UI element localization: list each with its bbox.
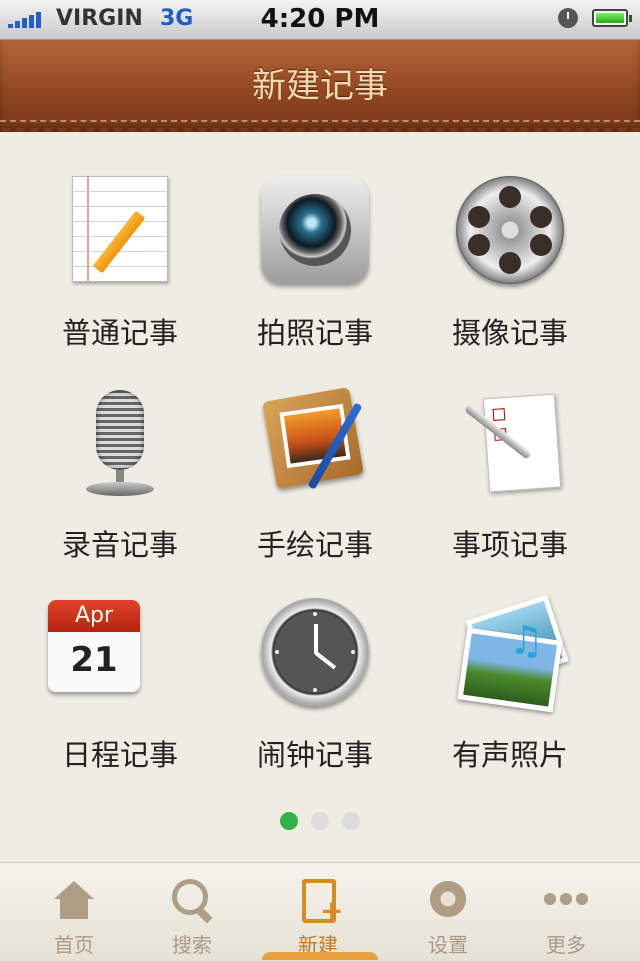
sound-photo-icon: ♫ xyxy=(456,594,569,713)
alarm-status-icon xyxy=(558,8,578,28)
film-reel-icon xyxy=(456,176,564,284)
search-icon xyxy=(170,877,214,924)
new-note-icon: + xyxy=(296,877,343,925)
torn-edge xyxy=(0,128,640,138)
note-type-sound-photo[interactable]: ♫ 有声照片 xyxy=(410,592,610,802)
tab-new[interactable]: + 新建 xyxy=(258,863,378,961)
note-type-drawing[interactable]: 手绘记事 xyxy=(215,382,415,592)
status-bar: VIRGIN 3G 4:20 PM xyxy=(0,0,640,40)
tab-more[interactable]: 更多 xyxy=(506,863,626,961)
page-indicator[interactable] xyxy=(0,812,640,834)
tab-label: 更多 xyxy=(546,933,586,957)
note-type-label: 有声照片 xyxy=(451,738,568,772)
note-type-label: 录音记事 xyxy=(61,528,178,562)
microphone-icon xyxy=(66,388,174,496)
gear-icon xyxy=(426,877,470,921)
active-tab-indicator xyxy=(262,952,378,960)
note-type-label: 日程记事 xyxy=(61,738,178,772)
tab-label: 搜索 xyxy=(172,933,212,957)
tab-label: 设置 xyxy=(428,933,468,957)
tab-settings[interactable]: 设置 xyxy=(388,863,508,961)
note-type-photo[interactable]: 拍照记事 xyxy=(215,170,415,380)
note-type-label: 拍照记事 xyxy=(256,316,373,350)
checklist-icon xyxy=(456,388,564,496)
home-icon xyxy=(52,877,96,921)
nav-header: 新建记事 xyxy=(0,40,640,132)
tab-search[interactable]: 搜索 xyxy=(132,863,252,961)
tab-label: 首页 xyxy=(54,933,94,957)
drawing-board-icon xyxy=(261,387,369,496)
calendar-day: 21 xyxy=(70,640,118,680)
note-type-label: 闹钟记事 xyxy=(256,738,373,772)
status-time: 4:20 PM xyxy=(260,4,380,34)
note-type-schedule[interactable]: Apr 21 日程记事 xyxy=(20,592,220,802)
page-dot-3[interactable] xyxy=(342,812,361,830)
tab-home[interactable]: 首页 xyxy=(14,863,134,961)
note-type-audio[interactable]: 录音记事 xyxy=(20,382,220,592)
page-title: 新建记事 xyxy=(252,66,388,106)
page-dot-2[interactable] xyxy=(311,812,329,830)
note-type-label: 事项记事 xyxy=(451,528,568,562)
note-type-video[interactable]: 摄像记事 xyxy=(410,170,610,380)
calendar-month: Apr xyxy=(48,600,140,632)
note-type-alarm[interactable]: 闹钟记事 xyxy=(215,592,415,802)
note-type-label: 摄像记事 xyxy=(451,316,568,350)
note-type-label: 普通记事 xyxy=(61,316,178,350)
notepad-icon xyxy=(72,176,168,282)
tab-bar: 首页 搜索 + 新建 设置 更多 xyxy=(0,862,640,961)
more-icon xyxy=(544,877,588,921)
note-type-tasks[interactable]: 事项记事 xyxy=(410,382,610,592)
battery-icon xyxy=(592,9,632,27)
note-type-label: 手绘记事 xyxy=(256,528,373,562)
note-type-plain[interactable]: 普通记事 xyxy=(20,170,220,380)
header-stitching xyxy=(0,120,640,122)
calendar-icon: Apr 21 xyxy=(48,600,140,692)
camera-icon xyxy=(261,176,369,284)
alarm-clock-icon xyxy=(261,598,369,706)
page-dot-1[interactable] xyxy=(279,812,298,830)
